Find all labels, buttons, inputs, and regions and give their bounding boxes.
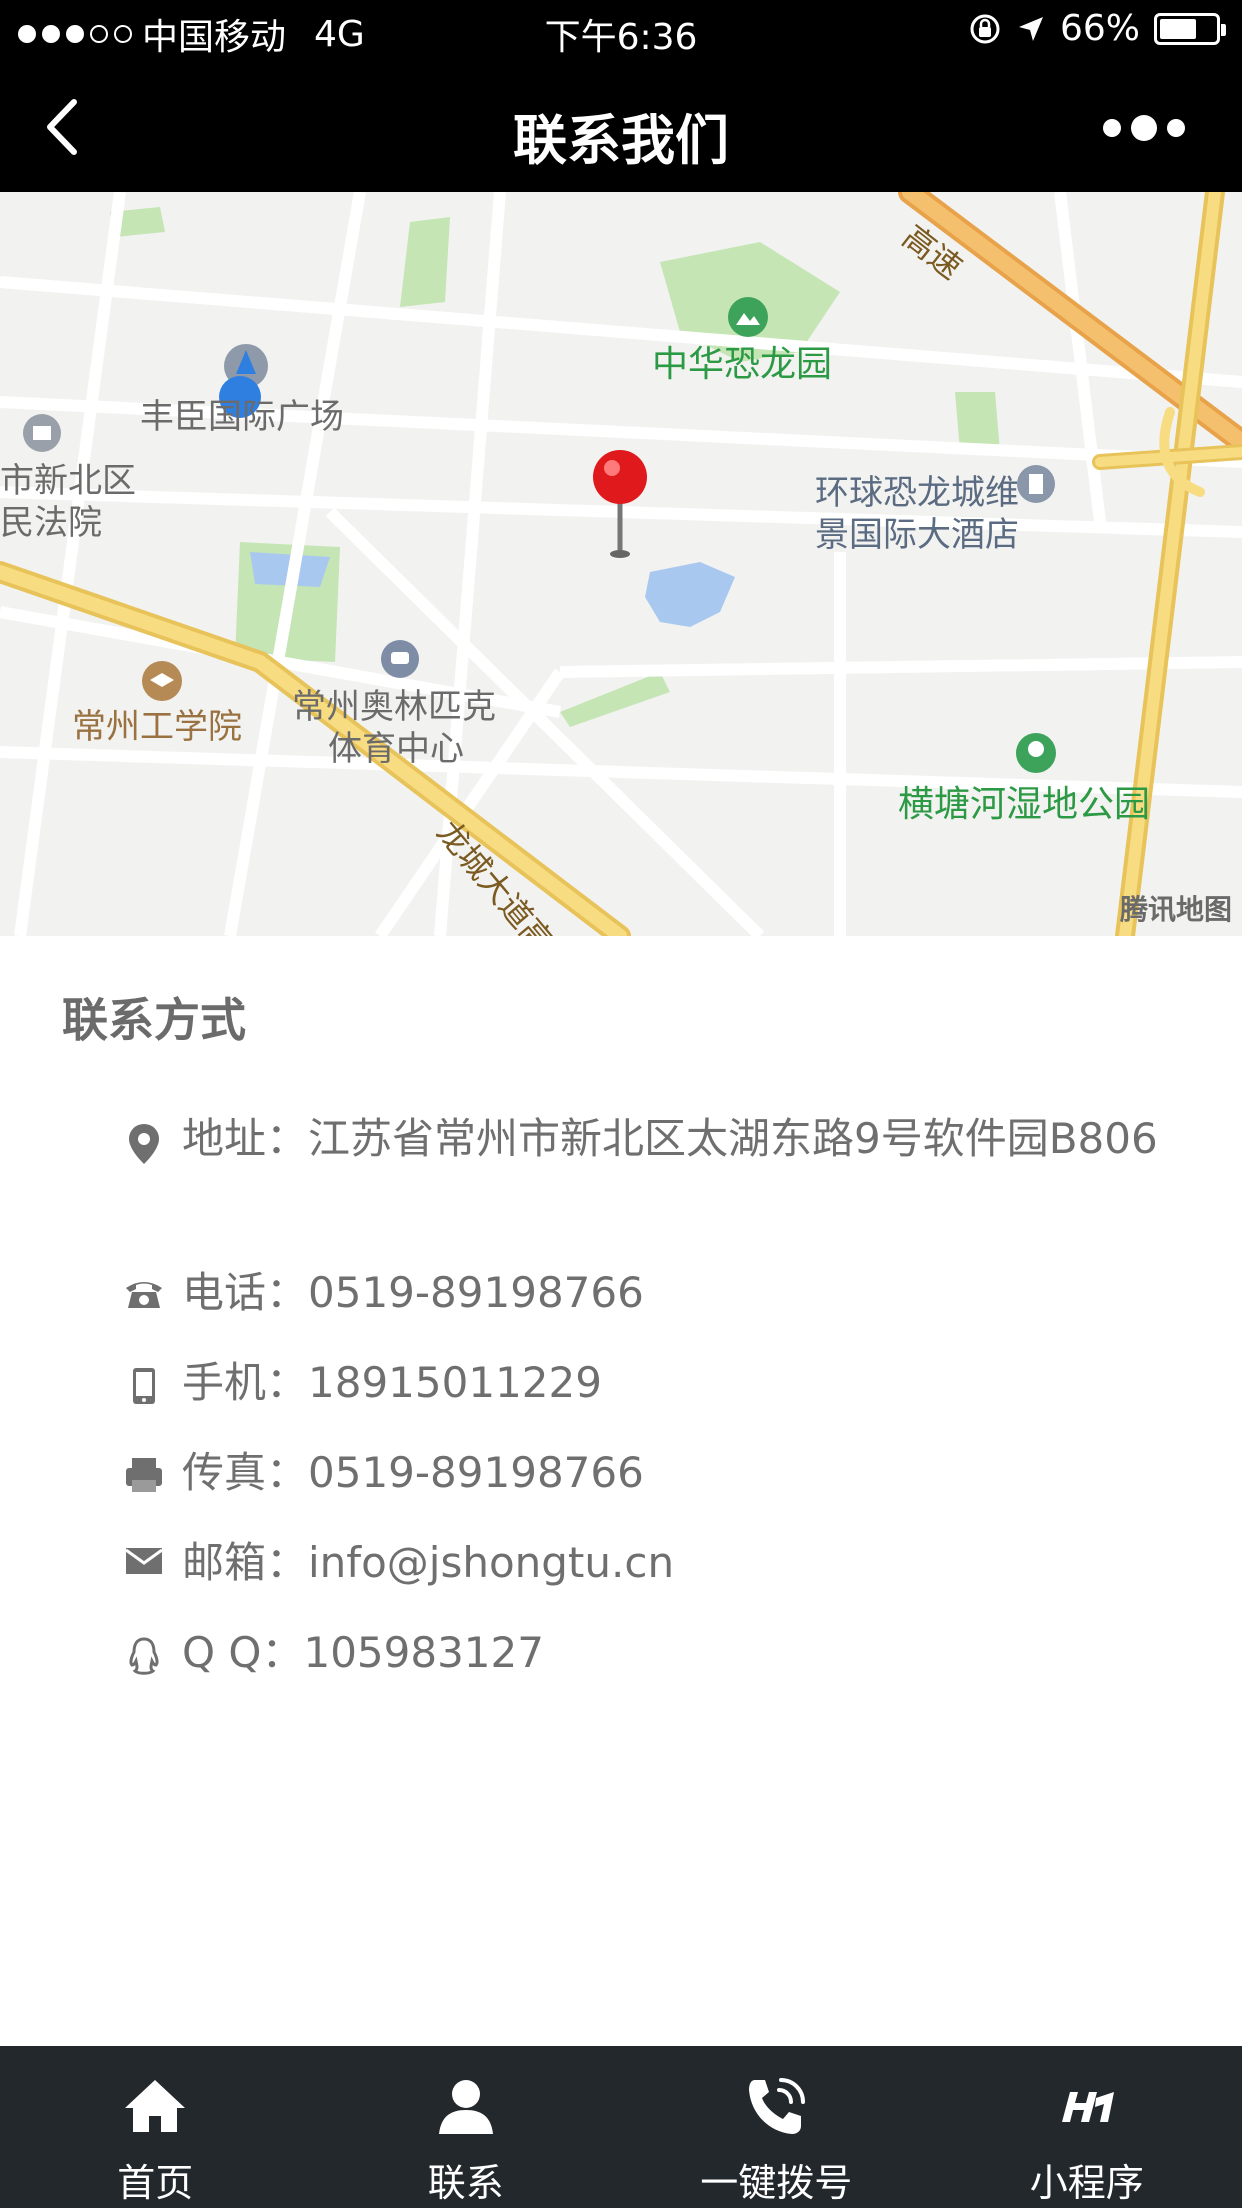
tab-one-click-dial[interactable]: 一键拨号 — [621, 2046, 932, 2208]
location-arrow-icon — [1018, 16, 1043, 41]
more-dot-icon — [1103, 119, 1121, 137]
battery-fill — [1160, 18, 1196, 39]
contact-row-email[interactable]: 邮箱： info@jshongtu.cn — [106, 1530, 1186, 1596]
contact-section: 联系方式 地址：江苏省常州市新北区太湖东路9号软件园B806 电话： 0519-… — [0, 936, 1242, 2046]
battery-icon — [1154, 12, 1226, 45]
more-dot-icon — [1167, 119, 1185, 137]
map-label-hotel-line2: 景国际大酒店 — [815, 515, 1019, 555]
tab-home[interactable]: 首页 — [0, 2046, 311, 2208]
page-title: 联系我们 — [513, 109, 729, 172]
qq-penguin-icon — [129, 1637, 159, 1675]
home-icon — [125, 2080, 186, 2132]
person-icon — [438, 2080, 493, 2134]
envelope-icon — [125, 1548, 163, 1574]
map-label-olympic-line2: 体育中心 — [328, 729, 464, 769]
location-map[interactable]: 中华恐龙园 丰臣国际广场 市新北区 民法院 环球恐龙城维 景国际大酒店 常州工学… — [0, 192, 1242, 936]
address-label: 地址： — [182, 1114, 309, 1163]
phone-value[interactable]: 0519-89198766 — [308, 1260, 1186, 1326]
contact-section-title: 联系方式 — [62, 993, 246, 1047]
rotation-lock-icon — [970, 14, 1000, 43]
fax-label: 传真： — [182, 1448, 309, 1497]
map-label-olympic-line1: 常州奥林匹克 — [292, 687, 496, 727]
tab-contact-label: 联系 — [427, 2161, 504, 2205]
map-label-institute: 常州工学院 — [72, 707, 242, 747]
fax-value: 0519-89198766 — [308, 1448, 644, 1497]
contact-row-phone[interactable]: 电话： 0519-89198766 — [106, 1260, 1186, 1326]
address-value: 江苏省常州市新北区太湖东路9号软件园B806 — [308, 1114, 1158, 1163]
map-label-hotel-line1: 环球恐龙城维 — [815, 473, 1019, 513]
map-label-wetland-park: 横塘河湿地公园 — [898, 784, 1151, 825]
mobile-label: 手机： — [182, 1358, 309, 1407]
email-value[interactable]: info@jshongtu.cn — [308, 1530, 1186, 1596]
mobile-value[interactable]: 18915011229 — [308, 1350, 1186, 1416]
telephone-icon — [126, 1282, 162, 1308]
mobile-phone-icon — [133, 1368, 155, 1404]
status-bar: 中国移动 4G 下午6:36 66% — [0, 0, 1242, 62]
map-label-dinosaur-park: 中华恐龙园 — [652, 344, 833, 385]
more-dot-icon — [1131, 115, 1157, 141]
tab-mini-program[interactable]: 小程序 — [932, 2046, 1242, 2208]
tab-mini-program-label: 小程序 — [1029, 2161, 1144, 2205]
qq-value[interactable]: 105983127 — [303, 1620, 1186, 1686]
phone-call-icon — [749, 2078, 806, 2134]
map-label-court-line2: 民法院 — [0, 503, 102, 543]
more-options-button[interactable] — [1084, 108, 1204, 148]
location-marker-icon — [129, 1124, 159, 1164]
tab-contact[interactable]: 联系 — [311, 2046, 622, 2208]
navigation-bar: 联系我们 — [0, 62, 1242, 192]
tab-home-label: 首页 — [117, 2161, 194, 2205]
email-label: 邮箱： — [182, 1538, 309, 1587]
contact-row-fax: 传真： 0519-89198766 — [106, 1440, 1186, 1506]
contact-row-qq[interactable]: Q Q： 105983127 — [106, 1620, 1186, 1686]
park-area — [560, 672, 670, 727]
fax-icon — [126, 1458, 162, 1492]
map-label-fengchen-plaza: 丰臣国际广场 — [140, 397, 344, 437]
bottom-tab-bar: 首页 联系 一键拨号 小程序 — [0, 2046, 1242, 2208]
park-poi-icon — [728, 297, 768, 337]
contact-row-mobile[interactable]: 手机： 18915011229 — [106, 1350, 1186, 1416]
battery-percent: 66% — [1059, 8, 1140, 49]
map-label-court-line1: 市新北区 — [0, 461, 136, 501]
mini-program-icon — [1061, 2092, 1114, 2122]
qq-label: Q Q： — [182, 1628, 304, 1677]
tab-one-click-dial-label: 一键拨号 — [700, 2161, 853, 2205]
map-provider-logo: 腾讯地图 — [1119, 893, 1232, 926]
lake-area — [645, 562, 735, 627]
contact-row-address: 地址：江苏省常州市新北区太湖东路9号软件园B806 — [106, 1106, 1186, 1172]
phone-label: 电话： — [182, 1268, 309, 1317]
park-area — [400, 217, 450, 307]
